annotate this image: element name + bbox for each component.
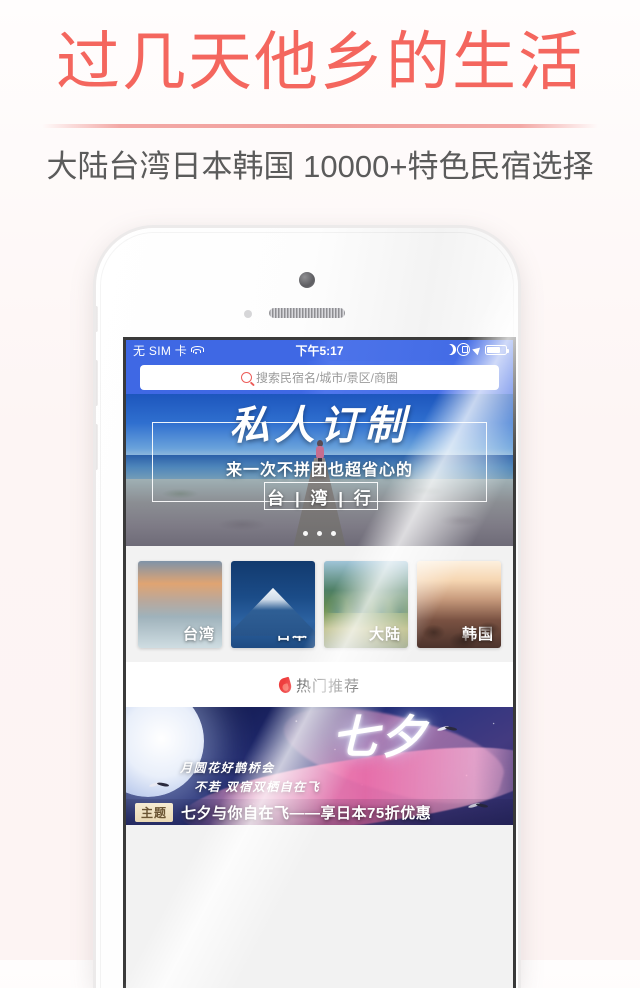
hot-section-header: 热门推荐	[126, 662, 513, 707]
banner-title: 私人订制	[229, 403, 410, 448]
moon-icon	[441, 343, 455, 357]
card-badge: 主题	[135, 802, 174, 822]
rotation-lock-icon	[457, 343, 470, 356]
magpie-icon-1	[149, 780, 171, 789]
card-poem: 月圆花好鹊桥会 不若 双宿双栖自在飞	[180, 759, 320, 797]
card-caption: 七夕与你自在飞——享日本75折优惠	[181, 804, 432, 822]
proximity-sensor-icon	[244, 310, 252, 318]
carousel-dot-2[interactable]	[317, 531, 322, 536]
search-icon	[240, 372, 252, 383]
tile-taiwan[interactable]: 台湾	[138, 561, 222, 648]
banner-destination: 台 | 湾 | 行	[263, 482, 378, 510]
search-input[interactable]: 搜索民宿名/城市/景区/商圈	[140, 365, 499, 390]
hot-section-title: 热门推荐	[295, 678, 360, 695]
page-title: 过几天他乡的生活	[56, 26, 584, 98]
tile-japan-label: 日本	[275, 626, 308, 643]
flame-icon	[277, 676, 293, 695]
banner-carousel[interactable]: 私人订制 来一次不拼团也超省心的 台 | 湾 | 行	[126, 394, 513, 546]
silent-switch	[96, 306, 98, 332]
carousel-dot-3[interactable]	[331, 531, 336, 536]
card-poem-line-1: 月圆花好鹊桥会	[180, 760, 275, 775]
tile-korea-label: 韩国	[461, 626, 494, 643]
phone-screen: 无 SIM 卡 下午5:17 搜索民宿名/城市/景区/商圈 私人订制 来一次不拼…	[126, 340, 513, 988]
tile-taiwan-label: 台湾	[182, 626, 215, 643]
carousel-dot-1[interactable]	[303, 531, 308, 536]
front-camera-icon	[299, 272, 315, 288]
volume-down-button	[96, 424, 98, 470]
battery-icon	[485, 344, 509, 355]
magpie-icon-2	[437, 724, 459, 733]
search-placeholder: 搜索民宿名/城市/景区/商圈	[255, 371, 398, 385]
tile-japan[interactable]: 日本	[231, 561, 315, 648]
volume-up-button	[96, 360, 98, 406]
carousel-dots[interactable]	[126, 531, 513, 536]
tile-korea[interactable]: 韩国	[417, 561, 501, 648]
phone-mockup: 无 SIM 卡 下午5:17 搜索民宿名/城市/景区/商圈 私人订制 来一次不拼…	[96, 228, 518, 988]
tile-mainland-label: 大陆	[368, 626, 401, 643]
page-subtitle: 大陆台湾日本韩国 10000+特色民宿选择	[46, 149, 594, 184]
status-bar-right	[441, 343, 509, 357]
category-tiles: 台湾 日本 大陆 韩国	[126, 546, 513, 662]
card-headline: 七夕	[331, 712, 428, 764]
banner-destination-label: 台 | 湾 | 行	[267, 488, 374, 508]
earpiece-speaker	[269, 308, 345, 318]
promo-header: 过几天他乡的生活 大陆台湾日本韩国 10000+特色民宿选择	[0, 0, 640, 210]
search-bar: 搜索民宿名/城市/景区/商圈	[126, 361, 513, 394]
status-bar: 无 SIM 卡 下午5:17	[126, 340, 513, 361]
title-divider	[42, 124, 598, 128]
card-caption-bar: 主题 七夕与你自在飞——享日本75折优惠	[126, 799, 513, 825]
banner-subtitle: 来一次不拼团也超省心的	[225, 462, 413, 479]
location-arrow-icon	[472, 344, 483, 355]
card-poem-line-2: 不若 双宿双栖自在飞	[194, 779, 321, 794]
tile-mainland[interactable]: 大陆	[324, 561, 408, 648]
promo-card-qixi[interactable]: 七夕 月圆花好鹊桥会 不若 双宿双栖自在飞 主题 七夕与你自在飞——享日本75折…	[126, 707, 513, 825]
